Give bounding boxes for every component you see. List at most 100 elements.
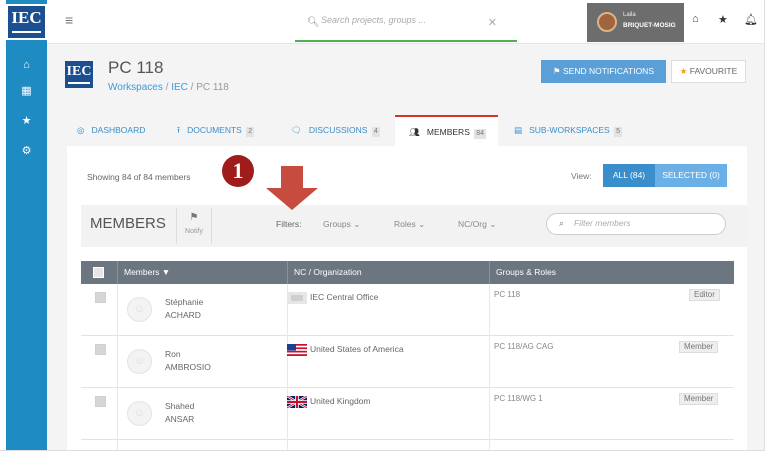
- tab-label: DOCUMENTS: [187, 125, 242, 135]
- member-organization: United States of America: [310, 344, 404, 354]
- roles-filter-dropdown[interactable]: Roles ⌄: [394, 219, 425, 230]
- chat-icon: 🗨︎: [291, 125, 302, 135]
- star-icon: ★: [679, 66, 688, 76]
- upload-icon: ⭱: [177, 125, 180, 135]
- row-select-cell: [81, 440, 118, 450]
- notify-button[interactable]: ⚑ Notify: [176, 208, 212, 244]
- breadcrumb-workspaces[interactable]: Workspaces: [108, 82, 163, 93]
- view-all-button[interactable]: ALL (84): [603, 164, 655, 187]
- menu-icon[interactable]: ≡: [65, 12, 73, 28]
- member-organization: IEC Central Office: [310, 292, 379, 302]
- tab-documents[interactable]: ⭱ DOCUMENTS 2: [177, 115, 255, 146]
- member-first-name: Stéphanie: [165, 297, 204, 307]
- role-badge: Editor: [689, 289, 720, 301]
- iec-logo[interactable]: IEC: [6, 4, 47, 40]
- filter-members-field: ⌕: [546, 213, 726, 235]
- left-sidebar: IEC ⌂ ▦ ★ ⚙: [6, 0, 47, 450]
- members-table-header: Members ▼ NC / Organization Groups & Rol…: [81, 261, 734, 284]
- calendar-icon[interactable]: ▦: [6, 82, 47, 100]
- user-last-name: BRIQUET-MOSIG: [623, 22, 676, 29]
- workspace-logo: IEC: [65, 61, 93, 88]
- search-input[interactable]: [321, 15, 481, 25]
- tab-members[interactable]: 👥︎ MEMBERS 84: [395, 115, 498, 146]
- favourite-button[interactable]: ★ FAVOURITE: [671, 60, 746, 83]
- grid-icon: ▤: [514, 125, 523, 135]
- filter-members-input[interactable]: [574, 218, 714, 228]
- member-avatar: ☺: [127, 349, 152, 374]
- column-header-members[interactable]: Members ▼: [118, 261, 288, 284]
- member-avatar: ☺: [127, 401, 152, 426]
- members-toolbar: MEMBERS ⚑ Notify Filters: Groups ⌄ Roles…: [81, 205, 747, 247]
- org-cell: [288, 440, 490, 450]
- star-icon[interactable]: ★: [6, 112, 47, 130]
- member-first-name: Shahed: [165, 401, 195, 411]
- member-last-name: ANSAR: [165, 414, 195, 424]
- ncorg-filter-dropdown[interactable]: NC/Org ⌄: [458, 219, 496, 230]
- down-arrow-icon: [266, 166, 318, 210]
- member-last-name: ACHARD: [165, 310, 201, 320]
- select-all-cell: [81, 261, 118, 284]
- user-menu[interactable]: Laila BRIQUET-MOSIG: [587, 3, 684, 42]
- user-avatar: [597, 12, 617, 32]
- chevron-down-icon: ⌄: [353, 219, 361, 229]
- table-row[interactable]: ☺ Stéphanie ACHARD IEC Central Office PC…: [81, 284, 734, 336]
- tab-label: SUB-WORKSPACES: [529, 125, 610, 135]
- member-avatar: ☺: [127, 297, 152, 322]
- tab-sub-workspaces[interactable]: ▤ SUB-WORKSPACES 5: [514, 115, 623, 146]
- table-row[interactable]: ☺ Shahed ANSAR United Kingdom PC 118/WG …: [81, 388, 734, 440]
- breadcrumb-current: PC 118: [196, 82, 229, 93]
- clear-search-icon[interactable]: ✕: [488, 16, 497, 29]
- view-label: View:: [571, 171, 592, 181]
- us-flag-icon: [287, 344, 307, 356]
- role-badge: Member: [679, 393, 719, 405]
- iec-flag-icon: [287, 292, 307, 304]
- member-last-name: AMBROSIO: [165, 362, 211, 372]
- row-checkbox[interactable]: [95, 344, 106, 355]
- tab-label: DASHBOARD: [91, 125, 146, 135]
- members-panel: Showing 84 of 84 members View: ALL (84) …: [67, 146, 747, 450]
- tab-dashboard[interactable]: ◎ DASHBOARD: [77, 115, 145, 146]
- tab-count: 4: [371, 127, 380, 137]
- groups-filter-dropdown[interactable]: Groups ⌄: [323, 219, 360, 230]
- home-icon[interactable]: ⌂: [692, 13, 699, 25]
- tab-count: 84: [474, 129, 487, 139]
- flag-icon: ⚑: [553, 66, 561, 76]
- table-row[interactable]: ☺ Ron AMBROSIO United States of America …: [81, 336, 734, 388]
- workspace-logo-text: IEC: [66, 64, 92, 79]
- members-section-title: MEMBERS: [90, 215, 166, 232]
- tab-label: DISCUSSIONS: [308, 125, 368, 135]
- members-count-text: Showing 84 of 84 members: [87, 172, 191, 182]
- member-first-name: Ron: [165, 349, 181, 359]
- tab-count: 5: [614, 127, 623, 137]
- row-checkbox[interactable]: [95, 396, 106, 407]
- page-title: PC 118: [108, 58, 164, 77]
- select-all-checkbox[interactable]: [93, 267, 104, 278]
- tab-label: MEMBERS: [426, 127, 470, 137]
- star-icon[interactable]: ★: [718, 13, 728, 26]
- logo-underline: [12, 31, 41, 33]
- main-content: IEC PC 118 Workspaces / IEC / PC 118 ⚑ S…: [47, 44, 764, 450]
- view-selected-button[interactable]: SELECTED (0): [655, 164, 727, 187]
- member-group: PC 118: [494, 290, 521, 299]
- chevron-down-icon: ⌄: [489, 219, 497, 229]
- tab-count: 2: [246, 127, 255, 137]
- dropdown-label: Groups: [323, 219, 351, 229]
- notify-label: Notify: [185, 228, 203, 235]
- role-badge: Member: [679, 341, 719, 353]
- row-checkbox[interactable]: [95, 292, 106, 303]
- bell-icon[interactable]: 🔔︎: [744, 13, 758, 26]
- breadcrumb-iec[interactable]: IEC: [171, 82, 188, 93]
- uk-flag-icon: [287, 396, 307, 408]
- column-header-org: NC / Organization: [288, 261, 490, 284]
- member-group: PC 118/AG CAG: [494, 342, 554, 351]
- send-notifications-button[interactable]: ⚑ SEND NOTIFICATIONS: [541, 60, 666, 83]
- gear-icon[interactable]: ⚙: [6, 142, 47, 160]
- chevron-down-icon: ⌄: [418, 219, 426, 229]
- flag-icon: ⚑: [189, 212, 199, 223]
- tab-discussions[interactable]: 🗨︎ DISCUSSIONS 4: [291, 115, 380, 146]
- member-cell: [118, 440, 288, 450]
- filters-label: Filters:: [276, 219, 302, 229]
- table-row[interactable]: [81, 440, 734, 450]
- breadcrumb: Workspaces / IEC / PC 118: [108, 82, 229, 93]
- home-icon[interactable]: ⌂: [6, 56, 47, 74]
